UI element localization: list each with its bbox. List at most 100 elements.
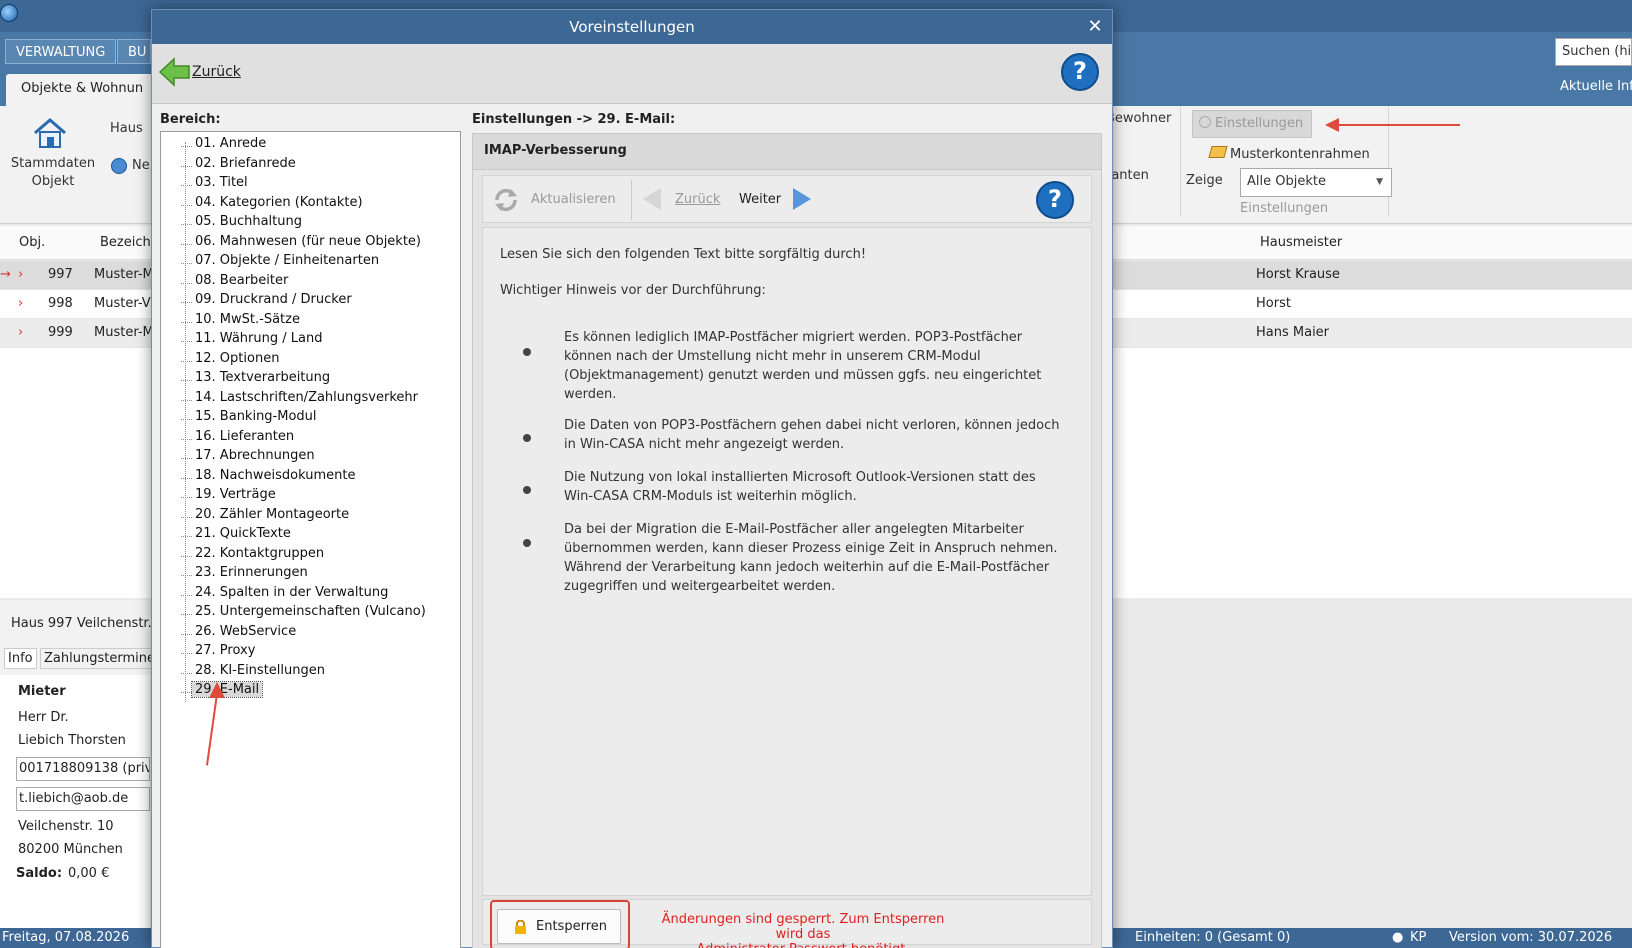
expand-icon[interactable]: › <box>18 325 23 340</box>
tree-item-label: 09. Druckrand / Drucker <box>195 292 352 307</box>
tree-item[interactable]: 17. Abrechnungen <box>181 448 315 468</box>
phone-field[interactable]: 001718809138 (privat <box>16 757 150 781</box>
ribbon-group-label: Einstellungen <box>1240 201 1329 216</box>
next-arrow-icon[interactable] <box>793 188 811 210</box>
bullet-icon <box>523 539 531 547</box>
tree-item[interactable]: 15. Banking-Modul <box>181 409 317 429</box>
tree-item[interactable]: 05. Buchhaltung <box>181 214 302 234</box>
haus-button[interactable]: Haus <box>110 121 143 136</box>
aktuelle-info-link[interactable]: Aktuelle Inf <box>1560 79 1632 94</box>
close-icon[interactable]: ✕ <box>1078 10 1112 44</box>
tree-item[interactable]: 29. E-Mail <box>180 681 264 702</box>
tab-zahlungstermine[interactable]: Zahlungstermine <box>40 648 159 669</box>
aktualisieren-button[interactable]: Aktualisieren <box>531 192 616 207</box>
tree-item[interactable]: 06. Mahnwesen (für neue Objekte) <box>180 234 421 254</box>
breadcrumb: Einstellungen -> 29. E-Mail: <box>472 112 676 127</box>
tree-item[interactable]: 08. Bearbeiter <box>180 273 288 293</box>
status-version: Version vom: 30.07.2026 <box>1449 930 1613 945</box>
tree-item[interactable]: 04. Kategorien (Kontakte) <box>181 195 363 215</box>
tenant-street: Veilchenstr. 10 <box>18 819 114 834</box>
tree-item[interactable]: 21. QuickTexte <box>181 526 291 546</box>
help-icon[interactable]: ? <box>1061 53 1099 91</box>
expand-icon[interactable]: › <box>18 267 23 282</box>
tree-item[interactable]: 23. Erinnerungen <box>181 565 308 585</box>
neu-button[interactable]: Ne <box>132 158 150 173</box>
menu-buchhaltung[interactable]: BU <box>117 39 151 64</box>
annotation-arrowhead <box>1325 118 1339 132</box>
tree-item[interactable]: 20. Zähler Montageorte <box>180 507 349 527</box>
saldo-value: 0,00 € <box>68 866 110 881</box>
einstellungen-button[interactable]: Einstellungen <box>1192 110 1312 138</box>
back-arrow-icon[interactable] <box>158 57 190 87</box>
tree-item[interactable]: 24. Spalten in der Verwaltung <box>180 584 389 605</box>
entsperren-button[interactable]: Entsperren <box>497 909 621 944</box>
tree-item-label: 21. QuickTexte <box>195 526 291 541</box>
ribbon-separator <box>1180 106 1181 216</box>
zeige-dropdown[interactable]: Alle Objekte ▼ <box>1240 168 1392 197</box>
house-icon <box>32 116 68 150</box>
tree-item-label: 03. Titel <box>195 175 248 190</box>
tree-item[interactable]: 12. Optionen <box>180 351 279 371</box>
bullet-text: Die Daten von POP3-Postfächern gehen dab… <box>564 418 1060 452</box>
tree-item-label: 19. Verträge <box>195 487 276 502</box>
status-date: Freitag, 07.08.2026 <box>2 930 130 945</box>
expand-icon[interactable]: › <box>18 296 23 311</box>
tree-item-label: 01. Anrede <box>195 136 267 151</box>
tree-item[interactable]: 26. WebService <box>180 624 296 644</box>
help-icon[interactable]: ? <box>1036 181 1074 219</box>
tree-item-label: 28. KI-Einstellungen <box>195 662 325 678</box>
tree-item[interactable]: 14. Lastschriften/Zahlungsverkehr <box>181 390 418 410</box>
tab-info[interactable]: Info <box>4 648 37 669</box>
chevron-down-icon: ▼ <box>1376 177 1383 187</box>
tree-item[interactable]: 18. Nachweisdokumente <box>180 468 355 488</box>
entsperren-label: Entsperren <box>536 919 607 934</box>
prev-arrow-icon[interactable] <box>643 188 661 210</box>
back-button[interactable]: Zurück <box>192 64 241 80</box>
tab-objekte-wohnungen[interactable]: Objekte & Wohnun <box>6 74 154 106</box>
email-field[interactable]: t.liebich@aob.de <box>16 787 150 811</box>
tree-item-label: 13. Textverarbeitung <box>195 370 331 385</box>
tree-item[interactable]: 09. Druckrand / Drucker <box>181 292 352 312</box>
col-obj-header[interactable]: Obj. <box>19 235 45 250</box>
bewohner-button[interactable]: Bewohner <box>1106 111 1171 126</box>
tree-item[interactable]: 07. Objekte / Einheitenarten <box>180 253 379 273</box>
weiter-button[interactable]: Weiter <box>739 192 781 207</box>
musterkontenrahmen-button[interactable]: Musterkontenrahmen <box>1208 146 1370 162</box>
tenant-salutation: Herr Dr. <box>18 710 69 725</box>
zurueck-step-button[interactable]: Zurück <box>675 192 720 207</box>
row-bezeichnung: Muster-M <box>94 267 154 282</box>
stammdaten-objekt-button[interactable]: Stammdaten Objekt <box>8 155 98 191</box>
folder-icon <box>1208 146 1228 158</box>
tree-item-label: 25. Untergemeinschaften (Vulcano) <box>195 604 426 619</box>
col-bezeichnung-header[interactable]: Bezeich <box>100 235 151 250</box>
tree-item[interactable]: 10. MwSt.-Sätze <box>181 312 300 332</box>
tree-item[interactable]: 01. Anrede <box>180 136 267 156</box>
tree-item[interactable]: 02. Briefanrede <box>181 156 296 176</box>
settings-tree[interactable]: 01. Anrede 02. Briefanrede 03. Titel 04. Ka… <box>160 131 461 948</box>
tree-item[interactable]: 19. Verträge <box>181 487 276 507</box>
row-hausmeister: Horst <box>1256 296 1291 311</box>
tenant-city: 80200 München <box>18 842 123 857</box>
tree-item[interactable]: 28. KI-Einstellungen <box>181 662 325 683</box>
tree-item-label: 24. Spalten in der Verwaltung <box>195 584 389 600</box>
row-obj: 999 <box>48 325 73 340</box>
tree-item[interactable]: 22. Kontaktgruppen <box>180 546 324 566</box>
lock-icon <box>514 919 527 934</box>
tree-item[interactable]: 03. Titel <box>181 175 248 195</box>
col-hausmeister-header[interactable]: Hausmeister <box>1260 235 1342 250</box>
ribbon-separator <box>1388 106 1389 216</box>
tree-item-label: 11. Währung / Land <box>195 331 323 346</box>
tree-item-label: 15. Banking-Modul <box>195 409 317 424</box>
refresh-icon[interactable] <box>493 187 519 213</box>
tree-item[interactable]: 27. Proxy <box>180 643 255 663</box>
tree-item[interactable]: 16. Lieferanten <box>180 429 294 449</box>
tree-item[interactable]: 11. Währung / Land <box>180 331 323 351</box>
status-einheiten: Einheiten: 0 (Gesamt 0) <box>1135 930 1291 945</box>
tree-item[interactable]: 13. Textverarbeitung <box>180 370 331 390</box>
menu-verwaltung[interactable]: VERWALTUNG <box>5 39 117 64</box>
bullet-text: Da bei der Migration die E-Mail-Postfäch… <box>564 522 1058 594</box>
global-search-input[interactable]: Suchen (hie <box>1555 38 1632 66</box>
bullet-text: Die Nutzung von lokal installierten Micr… <box>564 470 1036 504</box>
tree-item[interactable]: 25. Untergemeinschaften (Vulcano) <box>181 604 426 624</box>
search-icon <box>1199 116 1211 128</box>
